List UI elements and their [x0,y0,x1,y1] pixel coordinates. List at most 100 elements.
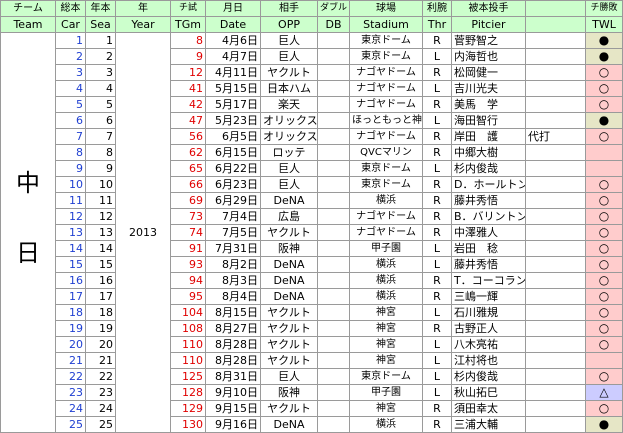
opponent-cell: ヤクルト [260,352,318,369]
stadium-cell: 甲子園 [349,240,423,257]
stadium-cell: ほっともっと神戸 [349,112,423,129]
pitcher-cell: 吉川光夫 [451,80,526,97]
result-cell: ○ [585,128,623,145]
tgm-cell: 74 [170,224,206,241]
opponent-cell: 阪神 [260,384,318,401]
note-cell [525,368,586,385]
car-cell: 23 [55,384,86,401]
date-cell: 9月10日 [205,384,261,401]
note-cell [525,384,586,401]
date-cell: 8月4日 [205,288,261,305]
tgm-cell: 47 [170,112,206,129]
tgm-cell: 110 [170,352,206,369]
car-cell: 25 [55,416,86,433]
header-jp-note [525,0,586,17]
date-cell: 4月11日 [205,64,261,81]
date-cell: 6月15日 [205,144,261,161]
header-en-opp: OPP [260,16,318,33]
double-cell [317,272,350,289]
pitcher-cell: 藤井秀悟 [451,256,526,273]
date-cell: 4月6日 [205,32,261,49]
note-cell [525,48,586,65]
sea-cell: 21 [85,352,116,369]
team-name-cell: 中日 [0,32,56,433]
header-jp-thr: 利腕 [422,0,452,17]
sea-cell: 2 [85,48,116,65]
header-en-year: Year [115,16,171,33]
result-cell: ○ [585,96,623,113]
opponent-cell: ヤクルト [260,400,318,417]
sea-cell: 20 [85,336,116,353]
sea-cell: 10 [85,176,116,193]
table-row: 66 475月23日オリックス ほっともっと神戸L海田智行 ● [1,112,623,129]
stadium-cell: ナゴヤドーム [349,64,423,81]
tgm-cell: 91 [170,240,206,257]
sea-cell: 8 [85,144,116,161]
opponent-cell: DeNA [260,288,318,305]
date-cell: 6月22日 [205,160,261,177]
result-cell: ○ [585,272,623,289]
stadium-cell: 東京ドーム [349,368,423,385]
car-cell: 1 [55,32,86,49]
header-en-date: Date [205,16,261,33]
date-cell: 5月15日 [205,80,261,97]
sea-cell: 11 [85,192,116,209]
header-row-jp: チーム 総本 年本 年 チ試 月日 相手 ダブル 球場 利腕 被本投手 チ勝敗 [0,0,623,17]
double-cell [317,352,350,369]
double-cell [317,304,350,321]
opponent-cell: 巨人 [260,160,318,177]
tgm-cell: 65 [170,160,206,177]
opponent-cell: ヤクルト [260,336,318,353]
throw-arm-cell: R [422,400,452,417]
stadium-cell: ナゴヤドーム [349,208,423,225]
stadium-cell: ナゴヤドーム [349,96,423,113]
date-cell: 5月17日 [205,96,261,113]
result-cell: ○ [585,320,623,337]
throw-arm-cell: R [422,96,452,113]
result-cell: ○ [585,256,623,273]
pitcher-cell: 三嶋一輝 [451,288,526,305]
result-cell: ● [585,32,623,49]
double-cell [317,208,350,225]
sea-cell: 16 [85,272,116,289]
tgm-cell: 130 [170,416,206,433]
header-jp-twl: チ勝敗 [585,0,623,17]
table-row: 7 7 56 6月5日 オリックス ナゴヤドーム R 岸田 護代打 ○ [1,128,623,145]
stadium-cell: 横浜 [349,272,423,289]
stadium-cell: 東京ドーム [349,176,423,193]
double-cell [317,288,350,305]
double-cell [317,192,350,209]
car-cell: 14 [55,240,86,257]
pitcher-cell: 古野正人 [451,320,526,337]
pitcher-cell: 石川雅規 [451,304,526,321]
date-cell: 8月15日 [205,304,261,321]
car-cell: 3 [55,64,86,81]
throw-arm-cell: L [422,352,452,369]
note-cell [525,112,586,129]
header-jp-stadium: 球場 [349,0,423,17]
result-cell: ○ [585,80,623,97]
car-cell: 8 [55,144,86,161]
note-cell [525,208,586,225]
note-cell [525,64,586,81]
stadium-cell: 神宮 [349,400,423,417]
tgm-cell: 95 [170,288,206,305]
date-cell: 8月28日 [205,352,261,369]
double-cell [317,384,350,401]
table-row: 9 9 65 6月22日 巨人 東京ドーム L 杉内俊哉 [1,160,623,177]
header-en-twl: TWL [585,16,623,33]
note-cell [525,272,586,289]
opponent-cell: ロッテ [260,144,318,161]
pitcher-cell: 海田智行 [451,112,526,129]
table-row: 5 5 42 5月17日 楽天 ナゴヤドーム R 美馬 学 ○ [1,96,623,113]
car-cell: 22 [55,368,86,385]
table-row: 12 12 73 7月4日 広島 ナゴヤドーム R B．バリントン ○ [1,208,623,225]
throw-arm-cell: R [422,64,452,81]
throw-arm-cell: L [422,48,452,65]
car-cell: 4 [55,80,86,97]
date-cell: 8月3日 [205,272,261,289]
note-cell [525,160,586,177]
result-cell: ○ [585,368,623,385]
opponent-cell: 日本ハム [260,80,318,97]
date-cell: 7月5日 [205,224,261,241]
